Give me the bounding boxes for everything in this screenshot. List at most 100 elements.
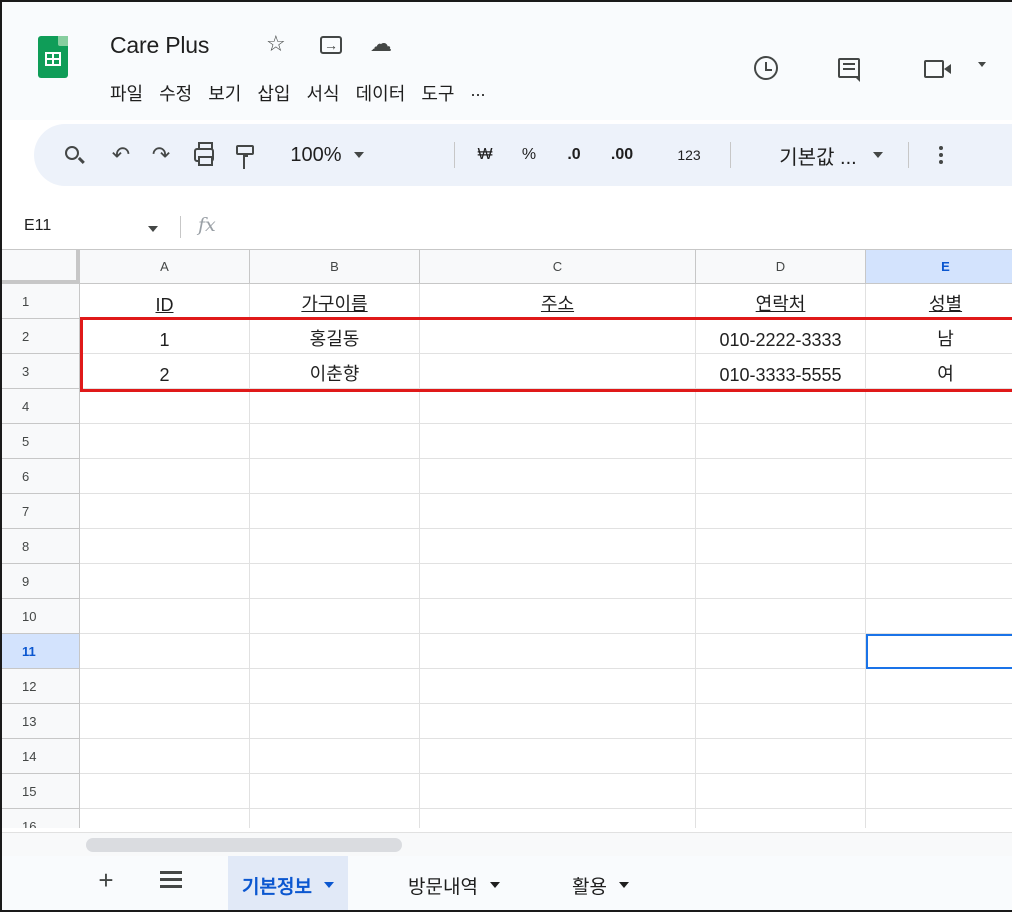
row-header-2[interactable]: 2 [2, 319, 80, 354]
number-format-button[interactable]: 123 [666, 124, 712, 186]
cell-e5[interactable] [866, 424, 1012, 459]
row-header-15[interactable]: 15 [2, 774, 80, 809]
cell-c11[interactable] [420, 634, 696, 669]
font-select[interactable]: 기본값 ... [756, 124, 906, 186]
cell-e12[interactable] [866, 669, 1012, 704]
row-header-8[interactable]: 8 [2, 529, 80, 564]
column-header-c[interactable]: C [420, 250, 696, 284]
cell-b10[interactable] [250, 599, 420, 634]
cell-b15[interactable] [250, 774, 420, 809]
cell-b7[interactable] [250, 494, 420, 529]
cell-a8[interactable] [80, 529, 250, 564]
decrease-decimal-button[interactable]: .0 [554, 124, 594, 186]
menu-file[interactable]: 파일 [110, 80, 143, 106]
cell-e4[interactable] [866, 389, 1012, 424]
row-header-13[interactable]: 13 [2, 704, 80, 739]
row-header-9[interactable]: 9 [2, 564, 80, 599]
menu-view[interactable]: 보기 [208, 80, 241, 106]
sheets-logo-icon[interactable] [38, 36, 68, 78]
cell-d11[interactable] [696, 634, 866, 669]
cell-a9[interactable] [80, 564, 250, 599]
cell-a4[interactable] [80, 389, 250, 424]
cell-d13[interactable] [696, 704, 866, 739]
zoom-select[interactable]: 100% [270, 124, 384, 186]
star-icon[interactable]: ☆ [266, 32, 286, 56]
column-header-e[interactable]: E [866, 250, 1012, 284]
cell-c9[interactable] [420, 564, 696, 599]
cell-a1[interactable]: ID [80, 284, 250, 319]
cell-a6[interactable] [80, 459, 250, 494]
chevron-down-icon[interactable] [148, 226, 158, 232]
menu-format[interactable]: 서식 [307, 80, 340, 106]
document-title[interactable]: Care Plus [110, 32, 209, 59]
menu-data[interactable]: 데이터 [356, 80, 406, 106]
comments-icon[interactable] [838, 58, 860, 82]
cell-c7[interactable] [420, 494, 696, 529]
tab-basic-info[interactable]: 기본정보 [228, 856, 348, 910]
row-header-12[interactable]: 12 [2, 669, 80, 704]
cell-a10[interactable] [80, 599, 250, 634]
cell-e2[interactable]: 남 [866, 319, 1012, 354]
row-header-1[interactable]: 1 [2, 284, 80, 319]
row-header-5[interactable]: 5 [2, 424, 80, 459]
row-header-16[interactable]: 16 [2, 809, 80, 828]
cell-c6[interactable] [420, 459, 696, 494]
cell-d14[interactable] [696, 739, 866, 774]
cell-e10[interactable] [866, 599, 1012, 634]
cell-d4[interactable] [696, 389, 866, 424]
cell-d10[interactable] [696, 599, 866, 634]
column-header-a[interactable]: A [80, 250, 250, 284]
cell-c1[interactable]: 주소 [420, 284, 696, 319]
cell-e15[interactable] [866, 774, 1012, 809]
paint-format-button[interactable] [228, 124, 262, 186]
cell-b8[interactable] [250, 529, 420, 564]
cell-a3[interactable]: 2 [80, 354, 250, 389]
cell-a14[interactable] [80, 739, 250, 774]
redo-button[interactable]: ↷ [144, 124, 178, 186]
name-box[interactable]: E11 [24, 217, 51, 235]
cell-b12[interactable] [250, 669, 420, 704]
cell-c13[interactable] [420, 704, 696, 739]
cell-d3[interactable]: 010-3333-5555 [696, 354, 866, 389]
menu-edit[interactable]: 수정 [159, 80, 192, 106]
cell-d16[interactable] [696, 809, 866, 828]
cell-e7[interactable] [866, 494, 1012, 529]
cell-b14[interactable] [250, 739, 420, 774]
column-header-d[interactable]: D [696, 250, 866, 284]
row-header-14[interactable]: 14 [2, 739, 80, 774]
cell-b4[interactable] [250, 389, 420, 424]
cell-b3[interactable]: 이춘향 [250, 354, 420, 389]
cell-e3[interactable]: 여 [866, 354, 1012, 389]
cell-b6[interactable] [250, 459, 420, 494]
cell-a13[interactable] [80, 704, 250, 739]
print-button[interactable] [186, 124, 222, 186]
percent-format-button[interactable]: % [514, 124, 544, 186]
cell-a11[interactable] [80, 634, 250, 669]
row-header-6[interactable]: 6 [2, 459, 80, 494]
cell-c10[interactable] [420, 599, 696, 634]
cell-b1[interactable]: 가구이름 [250, 284, 420, 319]
cell-a15[interactable] [80, 774, 250, 809]
cell-e1[interactable]: 성별 [866, 284, 1012, 319]
increase-decimal-button[interactable]: .00 [600, 124, 644, 186]
horizontal-scrollbar-thumb[interactable] [86, 838, 402, 852]
cloud-status-icon[interactable]: ☁ [370, 32, 392, 56]
cell-a16[interactable] [80, 809, 250, 828]
cell-a12[interactable] [80, 669, 250, 704]
cell-b16[interactable] [250, 809, 420, 828]
more-options-button[interactable] [926, 124, 956, 186]
meet-icon[interactable] [924, 60, 951, 78]
row-header-7[interactable]: 7 [2, 494, 80, 529]
cell-c5[interactable] [420, 424, 696, 459]
undo-button[interactable]: ↶ [104, 124, 138, 186]
cell-b11[interactable] [250, 634, 420, 669]
cell-d2[interactable]: 010-2222-3333 [696, 319, 866, 354]
search-menus-button[interactable] [56, 124, 92, 186]
cell-b13[interactable] [250, 704, 420, 739]
cell-c8[interactable] [420, 529, 696, 564]
row-header-11[interactable]: 11 [2, 634, 80, 669]
cell-c12[interactable] [420, 669, 696, 704]
move-to-folder-icon[interactable] [320, 33, 342, 57]
tab-usage[interactable]: 활용 [558, 856, 643, 910]
cell-e14[interactable] [866, 739, 1012, 774]
